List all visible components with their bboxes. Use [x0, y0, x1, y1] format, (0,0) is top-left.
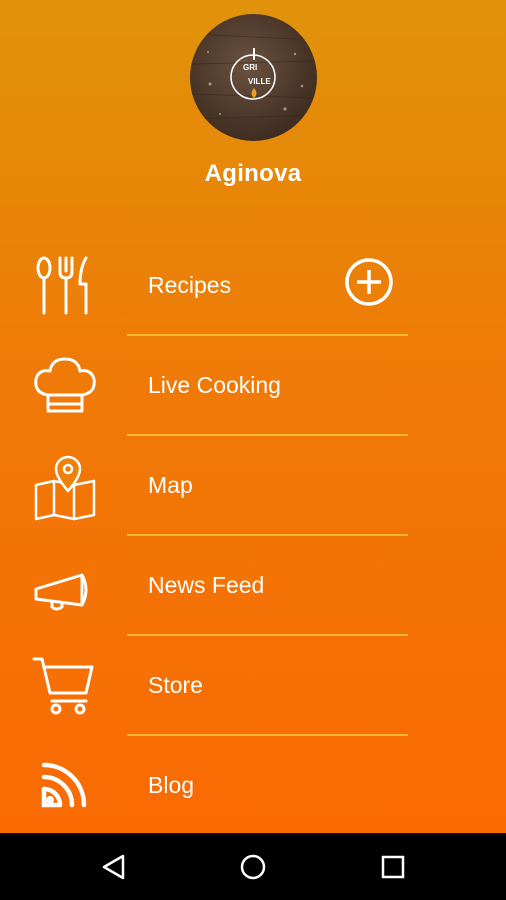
menu-label-map: Map — [148, 472, 193, 498]
logo-text-bottom: VILLE — [248, 77, 271, 86]
menu-label-blog: Blog — [148, 772, 195, 798]
back-icon[interactable] — [94, 847, 134, 887]
cutlery-icon — [36, 256, 88, 315]
menu-label-recipes: Recipes — [148, 272, 232, 298]
avatar[interactable]: GRI VILLE — [190, 14, 317, 141]
menu-item-live-cooking[interactable]: Live Cooking — [0, 336, 506, 436]
shopping-cart-icon — [32, 657, 94, 715]
menu-label-live-cooking: Live Cooking — [148, 372, 281, 398]
menu-item-store[interactable]: Store — [0, 636, 506, 736]
menu-item-news-feed[interactable]: News Feed — [0, 536, 506, 636]
profile-name: Aginova — [204, 160, 302, 187]
add-circle-icon[interactable] — [343, 256, 395, 308]
menu-label-store: Store — [148, 672, 203, 698]
rss-feed-icon — [41, 762, 87, 808]
menu-item-blog[interactable]: Blog — [0, 736, 506, 836]
logo-text-top: GRI — [243, 63, 257, 72]
menu-item-map[interactable]: Map — [0, 436, 506, 536]
home-icon[interactable] — [233, 847, 273, 887]
recents-icon[interactable] — [373, 847, 413, 887]
system-nav-bar — [0, 833, 506, 900]
chef-hat-icon — [34, 357, 96, 413]
menu-label-news-feed: News Feed — [148, 572, 265, 598]
menu-item-recipes[interactable]: Recipes — [0, 236, 506, 336]
megaphone-icon — [34, 573, 88, 611]
map-pin-icon — [34, 455, 96, 521]
grill-ville-logo-icon: GRI VILLE — [190, 33, 317, 120]
